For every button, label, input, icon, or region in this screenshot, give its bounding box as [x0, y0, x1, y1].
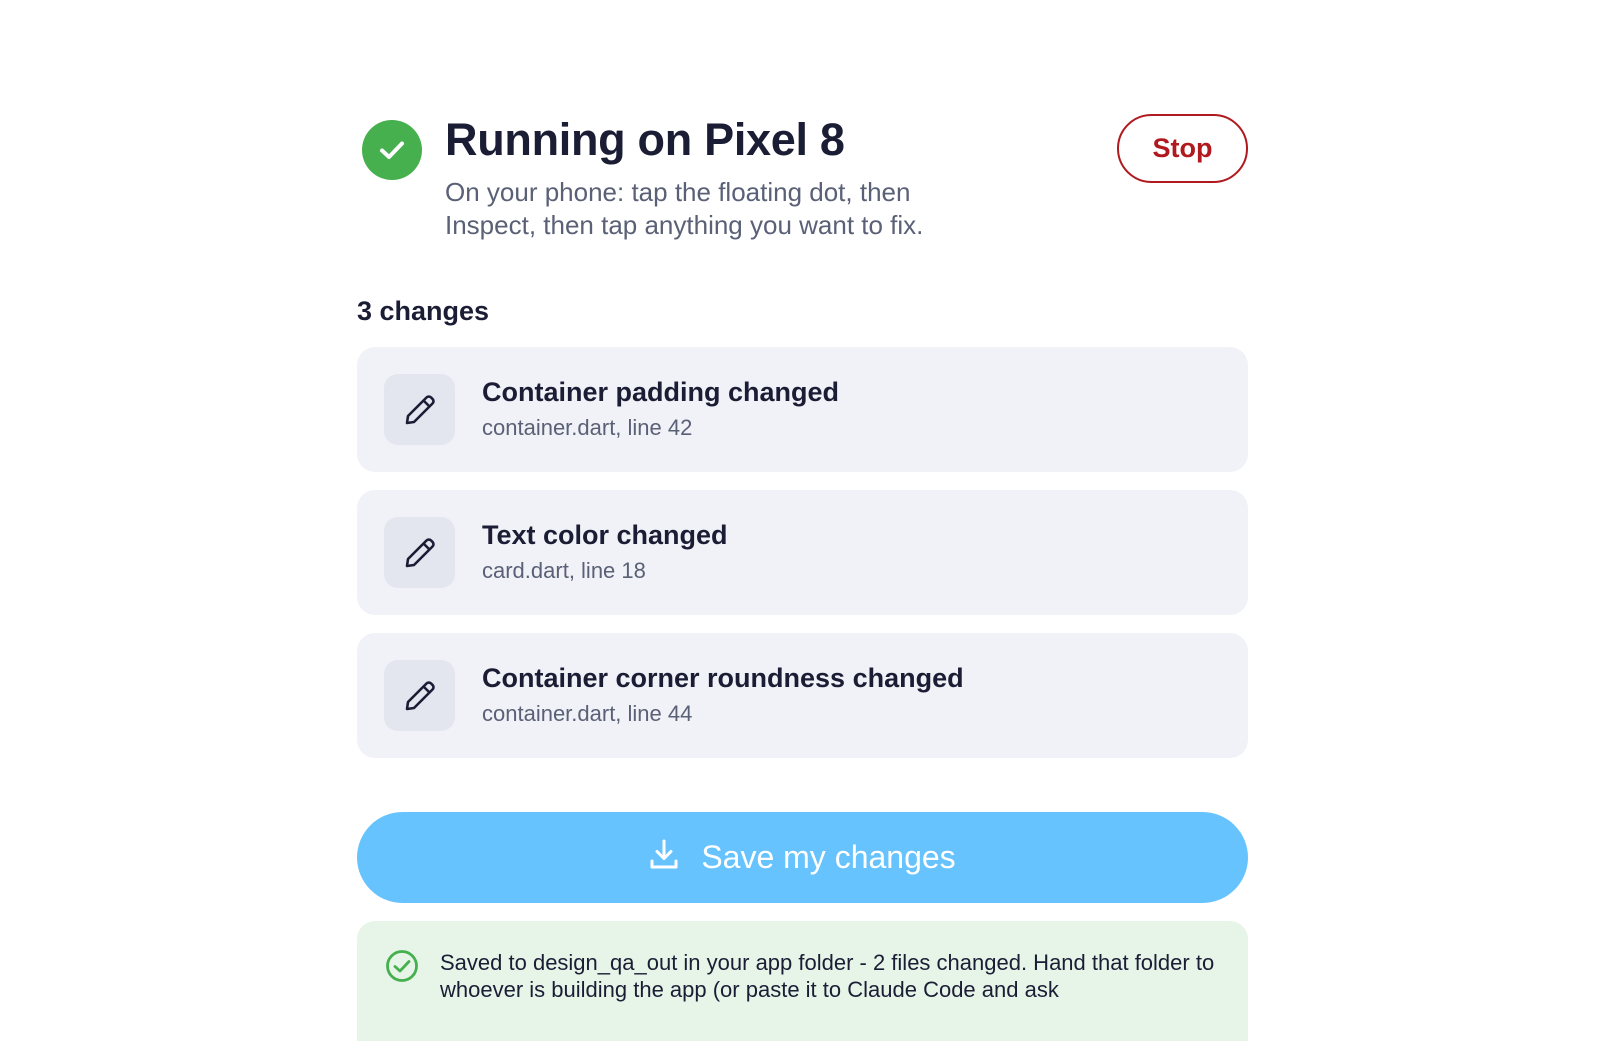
change-location: container.dart, line 42 [482, 415, 693, 440]
pencil-icon [384, 517, 455, 588]
change-title: Container padding changed [482, 377, 840, 407]
save-notice-text: Saved to design_qa_out in your app folde… [440, 950, 1215, 1002]
change-title: Text color changed [482, 520, 728, 550]
change-location: container.dart, line 44 [482, 701, 693, 726]
instructions-text: On your phone: tap the floating dot, the… [445, 177, 924, 240]
page-title: Running on Pixel 8 [445, 114, 845, 165]
change-title: Container corner roundness changed [482, 663, 964, 693]
check-circle-icon [362, 120, 422, 180]
session-header: Running on Pixel 8 On your phone: tap th… [357, 110, 1248, 250]
pencil-icon [384, 660, 455, 731]
change-list: Container padding changed container.dart… [357, 347, 1248, 776]
save-notice: Saved to design_qa_out in your app folde… [357, 921, 1248, 1041]
save-changes-button[interactable]: Save my changes [357, 812, 1248, 903]
session-panel: Running on Pixel 8 On your phone: tap th… [357, 0, 1248, 1041]
change-location: card.dart, line 18 [482, 558, 646, 583]
change-item[interactable]: Container padding changed container.dart… [357, 347, 1248, 472]
changes-count-heading: 3 changes [357, 296, 490, 326]
change-item[interactable]: Container corner roundness changed conta… [357, 633, 1248, 758]
download-icon [649, 838, 679, 878]
stop-button[interactable]: Stop [1117, 114, 1248, 183]
change-item[interactable]: Text color changed card.dart, line 18 [357, 490, 1248, 615]
pencil-icon [384, 374, 455, 445]
save-changes-label: Save my changes [701, 839, 956, 875]
check-circle-outline-icon [385, 949, 419, 983]
